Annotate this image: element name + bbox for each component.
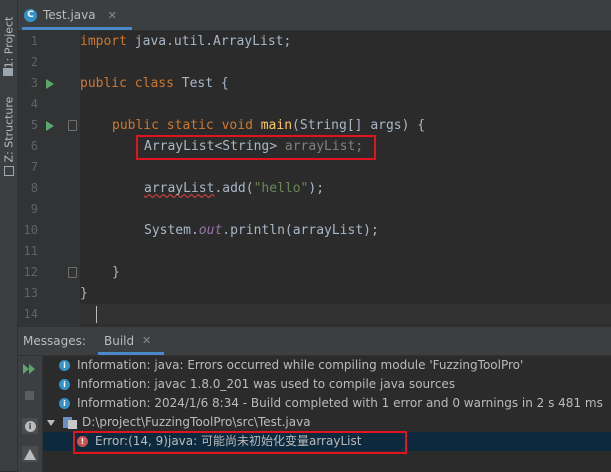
code-line-8: arrayList.add("hello"); bbox=[144, 181, 325, 196]
structure-icon bbox=[4, 166, 14, 176]
code-line-10: System.out.println(arrayList); bbox=[144, 223, 379, 238]
highlight-box-declaration bbox=[136, 135, 376, 160]
code-line-5: public static void main(String[] args) { bbox=[112, 118, 426, 133]
build-tab-label: Build bbox=[104, 334, 135, 348]
line-number: 10 bbox=[23, 223, 38, 237]
file-tab-label: Test.java bbox=[43, 8, 96, 22]
messages-toolbar: i bbox=[18, 356, 43, 472]
code-editor[interactable]: import java.util.ArrayList; public class… bbox=[80, 31, 611, 326]
message-row[interactable]: i Information: java: Errors occurred whil… bbox=[59, 356, 523, 375]
line-number: 14 bbox=[23, 307, 38, 321]
structure-tool-tab[interactable]: Z: Structure bbox=[0, 94, 17, 164]
close-tab-icon[interactable]: ✕ bbox=[108, 9, 117, 22]
info-icon: i bbox=[59, 398, 70, 409]
message-row[interactable]: i Information: javac 1.8.0_201 was used t… bbox=[59, 375, 455, 394]
line-number: 9 bbox=[30, 202, 38, 216]
code-line-12: } bbox=[112, 265, 120, 280]
info-filter-icon[interactable]: i bbox=[22, 418, 38, 434]
rerun-icon[interactable] bbox=[23, 364, 37, 374]
active-tab-indicator bbox=[22, 27, 132, 30]
messages-label: Messages: bbox=[23, 334, 86, 348]
line-number: 5 bbox=[30, 118, 38, 132]
file-node-row[interactable]: D:\project\FuzzingToolPro\src\Test.java bbox=[47, 413, 311, 432]
project-tab-label: 1: Project bbox=[2, 16, 15, 68]
message-row[interactable]: i Information: 2024/1/6 8:34 - Build comp… bbox=[59, 394, 603, 413]
file-tab-test-java[interactable]: C Test.java ✕ bbox=[22, 3, 132, 30]
line-number: 3 bbox=[30, 76, 38, 90]
java-file-icon bbox=[63, 416, 77, 429]
editor-tab-bar: C Test.java ✕ bbox=[18, 0, 611, 31]
active-tab-indicator bbox=[98, 352, 164, 355]
line-number: 8 bbox=[30, 181, 38, 195]
line-number: 7 bbox=[30, 160, 38, 174]
line-number: 6 bbox=[30, 139, 38, 153]
info-icon: i bbox=[59, 379, 70, 390]
expand-icon[interactable] bbox=[47, 419, 55, 426]
java-class-icon: C bbox=[24, 8, 37, 22]
line-number: 12 bbox=[23, 265, 38, 279]
line-number: 4 bbox=[30, 97, 38, 111]
messages-header: Messages: Build ✕ bbox=[18, 327, 611, 356]
info-icon: i bbox=[59, 360, 70, 371]
line-number: 13 bbox=[23, 286, 38, 300]
left-tool-strip: 1: Project Z: Structure bbox=[0, 0, 18, 471]
text-cursor bbox=[96, 306, 97, 323]
build-messages-tree: i Information: java: Errors occurred whil… bbox=[43, 356, 611, 472]
highlight-box-error bbox=[73, 431, 407, 454]
messages-panel: Messages: Build ✕ i i Information: java: … bbox=[18, 326, 611, 472]
run-main-icon[interactable] bbox=[46, 121, 54, 131]
close-build-tab-icon[interactable]: ✕ bbox=[142, 334, 151, 347]
fold-icon[interactable] bbox=[68, 267, 77, 278]
line-number: 1 bbox=[30, 34, 38, 48]
build-tab[interactable]: Build ✕ bbox=[98, 327, 164, 355]
project-folder-icon bbox=[3, 68, 13, 76]
warning-filter-icon[interactable] bbox=[22, 446, 38, 462]
stop-icon[interactable] bbox=[25, 391, 34, 400]
line-number: 11 bbox=[23, 244, 38, 258]
line-number: 2 bbox=[30, 55, 38, 69]
code-line-1: import java.util.ArrayList; bbox=[80, 34, 292, 49]
code-line-3: public class Test { bbox=[80, 76, 229, 91]
run-class-icon[interactable] bbox=[46, 79, 54, 89]
structure-tab-label: Z: Structure bbox=[2, 96, 16, 162]
fold-icon[interactable] bbox=[68, 120, 77, 131]
editor-area: C Test.java ✕ 1 2 3 4 5 6 7 8 9 10 11 12… bbox=[18, 0, 611, 326]
line-gutter: 1 2 3 4 5 6 7 8 9 10 11 12 13 14 bbox=[18, 31, 80, 326]
code-line-13: } bbox=[80, 286, 88, 301]
current-line-highlight bbox=[80, 304, 611, 325]
